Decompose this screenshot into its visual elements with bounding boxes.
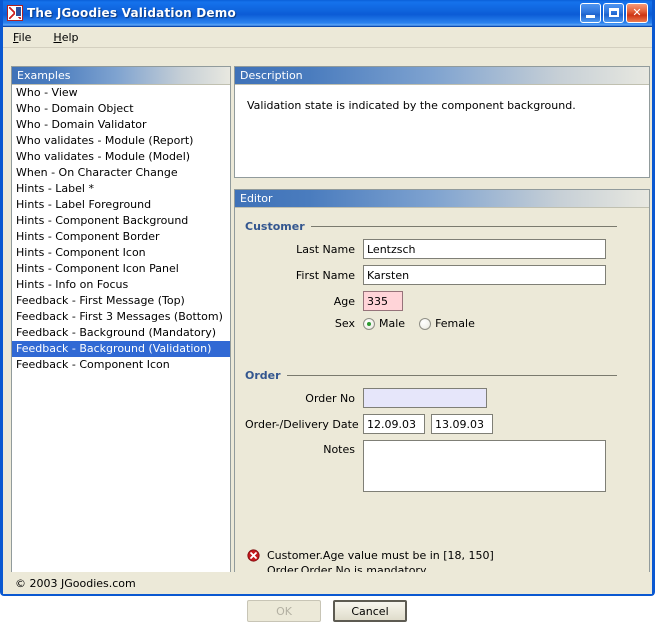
- menu-bar: File Help: [3, 27, 652, 48]
- title-bar: The JGoodies Validation Demo ✕: [3, 0, 652, 27]
- radio-female[interactable]: Female: [419, 317, 475, 330]
- examples-list[interactable]: Who - View Who - Domain Object Who - Dom…: [12, 85, 230, 589]
- order-no-label: Order No: [305, 391, 355, 405]
- list-item[interactable]: Hints - Component Icon: [12, 245, 230, 261]
- sex-label: Sex: [334, 317, 355, 330]
- age-row: Age: [245, 291, 639, 311]
- list-item[interactable]: Who - Domain Object: [12, 101, 230, 117]
- close-icon: ✕: [632, 6, 642, 19]
- radio-male-label: Male: [379, 317, 406, 330]
- list-item[interactable]: Feedback - First 3 Messages (Bottom): [12, 309, 230, 325]
- list-item-selected[interactable]: Feedback - Background (Validation): [12, 341, 230, 357]
- menu-item-help[interactable]: Help: [51, 29, 88, 46]
- cancel-button[interactable]: Cancel: [333, 600, 407, 622]
- close-button[interactable]: ✕: [626, 3, 648, 23]
- examples-header: Examples: [12, 67, 230, 85]
- list-item[interactable]: Hints - Component Border: [12, 229, 230, 245]
- list-item[interactable]: Hints - Label Foreground: [12, 197, 230, 213]
- examples-panel: Examples Who - View Who - Domain Object …: [11, 66, 231, 590]
- order-section-title: Order: [245, 369, 281, 382]
- last-name-input[interactable]: [363, 239, 606, 259]
- list-item[interactable]: Hints - Info on Focus: [12, 277, 230, 293]
- customer-section-title: Customer: [245, 220, 305, 233]
- app-icon: [7, 5, 23, 21]
- notes-row: Notes: [245, 440, 639, 492]
- radio-female-label: Female: [435, 317, 475, 330]
- order-no-row: Order No: [245, 388, 639, 408]
- minimize-button[interactable]: [580, 3, 601, 23]
- validation-message-1: Customer.Age value must be in [18, 150]: [267, 549, 494, 562]
- age-input[interactable]: [363, 291, 403, 311]
- list-item[interactable]: Hints - Component Background: [12, 213, 230, 229]
- last-name-row: Last Name: [245, 239, 639, 259]
- customer-section-header: Customer: [245, 220, 639, 233]
- list-item[interactable]: Hints - Component Icon Panel: [12, 261, 230, 277]
- menu-item-file[interactable]: File: [11, 29, 41, 46]
- list-item[interactable]: Feedback - Background (Mandatory): [12, 325, 230, 341]
- list-item[interactable]: Hints - Label *: [12, 181, 230, 197]
- section-divider: [310, 226, 617, 227]
- error-icon: [247, 549, 260, 562]
- editor-button-row: OK Cancel: [247, 600, 407, 622]
- window-title: The JGoodies Validation Demo: [27, 6, 236, 20]
- copyright-label: © 2003 JGoodies.com: [15, 576, 136, 590]
- radio-female-icon: [419, 317, 432, 330]
- section-divider: [286, 375, 617, 376]
- delivery-date-input[interactable]: [431, 414, 493, 434]
- ok-button[interactable]: OK: [247, 600, 321, 622]
- order-section-header: Order: [245, 369, 639, 382]
- status-bar: © 2003 JGoodies.com: [3, 572, 652, 594]
- order-section: Order Order No Order-/Delivery Date Note…: [245, 369, 639, 492]
- customer-section: Customer Last Name First Name Age: [245, 220, 639, 330]
- main-content: Examples Who - View Who - Domain Object …: [3, 48, 652, 622]
- last-name-label: Last Name: [296, 242, 355, 256]
- list-item[interactable]: Feedback - First Message (Top): [12, 293, 230, 309]
- list-item[interactable]: Who - View: [12, 85, 230, 101]
- description-text: Validation state is indicated by the com…: [247, 99, 576, 112]
- order-delivery-date-label: Order-/Delivery Date: [245, 417, 359, 431]
- notes-label: Notes: [323, 443, 355, 456]
- first-name-input[interactable]: [363, 265, 606, 285]
- editor-panel: Editor Customer Last Name First Name: [234, 189, 650, 622]
- list-item[interactable]: Who validates - Module (Model): [12, 149, 230, 165]
- order-date-input[interactable]: [363, 414, 425, 434]
- radio-male-icon: [363, 317, 375, 330]
- list-item[interactable]: Who - Domain Validator: [12, 117, 230, 133]
- application-window: The JGoodies Validation Demo ✕ File Help…: [0, 0, 655, 622]
- editor-body: Customer Last Name First Name Age: [235, 208, 649, 622]
- description-body: Validation state is indicated by the com…: [235, 85, 649, 177]
- description-header: Description: [235, 67, 649, 85]
- maximize-icon: [609, 8, 619, 17]
- minimize-icon: [586, 15, 595, 18]
- notes-textarea[interactable]: [363, 440, 606, 492]
- order-no-input[interactable]: [363, 388, 487, 408]
- first-name-row: First Name: [245, 265, 639, 285]
- editor-header: Editor: [235, 190, 649, 208]
- maximize-button[interactable]: [603, 3, 624, 23]
- radio-male[interactable]: Male: [363, 317, 405, 330]
- order-delivery-date-row: Order-/Delivery Date: [245, 414, 639, 434]
- age-label: Age: [333, 294, 355, 308]
- description-panel: Description Validation state is indicate…: [234, 66, 650, 178]
- sex-row: Sex Male Female: [245, 317, 639, 330]
- window-controls: ✕: [580, 3, 652, 23]
- list-item[interactable]: Feedback - Component Icon: [12, 357, 230, 373]
- list-item[interactable]: When - On Character Change: [12, 165, 230, 181]
- first-name-label: First Name: [295, 268, 355, 282]
- list-item[interactable]: Who validates - Module (Report): [12, 133, 230, 149]
